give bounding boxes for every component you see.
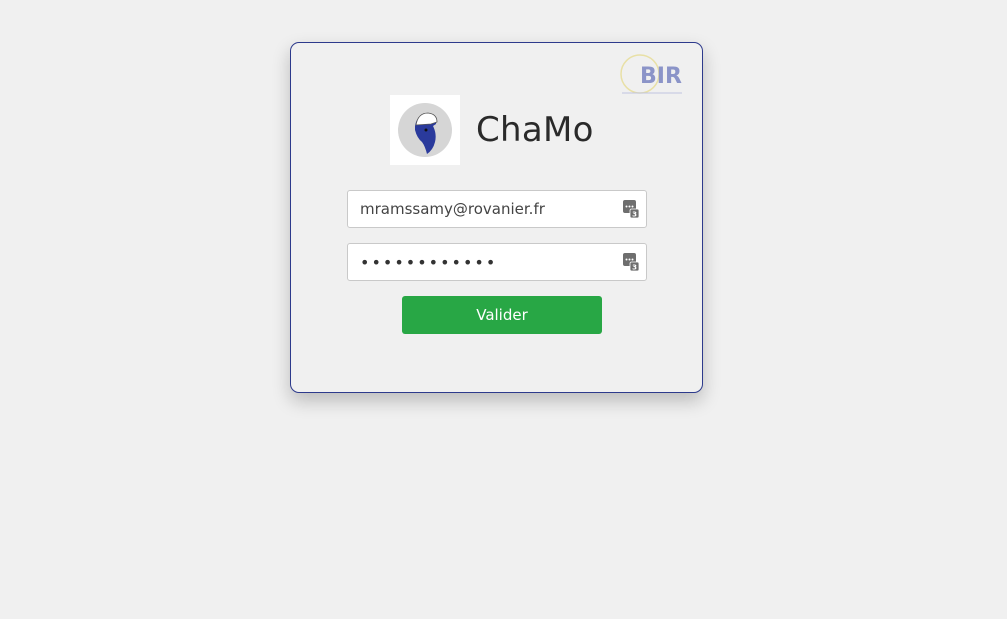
bir-logo: BIR: [620, 51, 684, 97]
password-field[interactable]: 3: [347, 243, 647, 281]
password-manager-icon[interactable]: 3: [623, 253, 640, 272]
app-name: ChaMo: [476, 110, 594, 150]
password-input[interactable]: [348, 244, 610, 280]
password-manager-icon[interactable]: 3: [623, 200, 640, 219]
submit-button[interactable]: Valider: [402, 296, 602, 334]
svg-text:3: 3: [632, 264, 637, 272]
email-field[interactable]: 3: [347, 190, 647, 228]
login-card: BIR ChaMo 3: [290, 42, 703, 393]
bir-logo-text: BIR: [640, 64, 682, 89]
svg-text:3: 3: [632, 211, 637, 219]
brand-header: ChaMo: [390, 95, 594, 165]
email-input[interactable]: [348, 191, 610, 227]
chamo-logo: [390, 95, 460, 165]
